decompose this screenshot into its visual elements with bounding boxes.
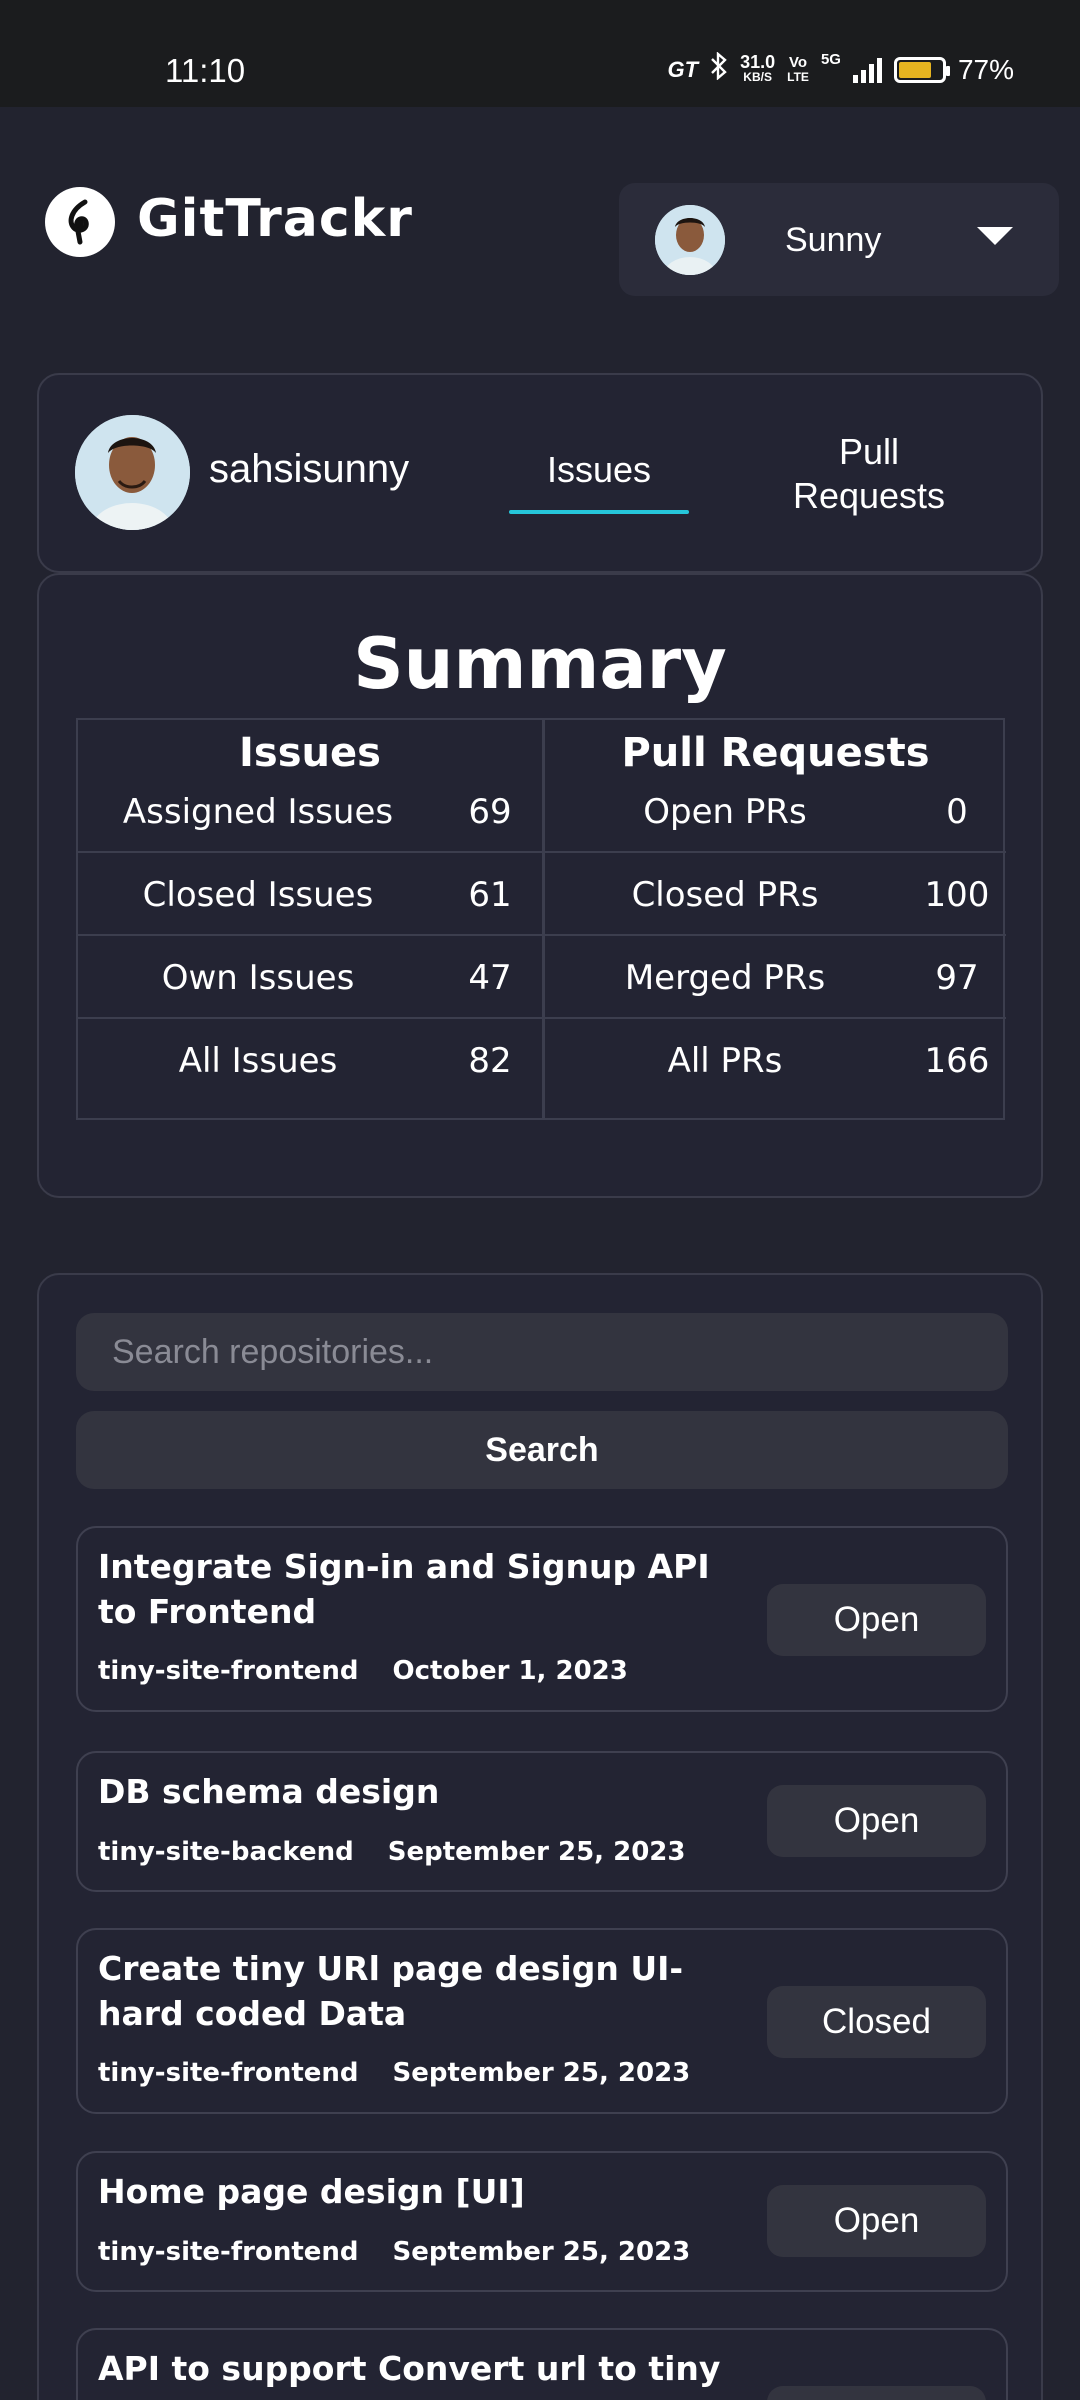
summary-issues-column: Issues Assigned Issues 69 Closed Issues … [78, 720, 542, 1118]
search-button[interactable]: Search [76, 1411, 1008, 1489]
search-input[interactable] [76, 1313, 1008, 1391]
issue-item[interactable]: DB schema design tiny-site-backend Septem… [76, 1751, 1008, 1892]
network-speed-value: 31.0 [740, 51, 776, 72]
issue-item[interactable]: Home page design [UI] tiny-site-frontend… [76, 2151, 1008, 2292]
summary-value: 61 [468, 875, 512, 915]
bluetooth-icon [710, 51, 728, 87]
issue-meta: tiny-site-frontend October 1, 2023 [98, 1656, 628, 1686]
issue-item[interactable]: Create tiny URl page design UI- hard cod… [76, 1928, 1008, 2114]
issue-status-badge: Closed [767, 1986, 986, 2058]
summary-label: Merged PRs [624, 958, 826, 998]
summary-prs-column: Pull Requests Open PRs 0 Closed PRs 100 … [542, 720, 1006, 1118]
issue-meta: tiny-site-frontend September 25, 2023 [98, 2058, 690, 2088]
summary-value: 100 [924, 875, 990, 915]
summary-value: 47 [468, 958, 512, 998]
tab-issues[interactable]: Issues [509, 449, 689, 491]
issue-repo: tiny-site-frontend [98, 2058, 359, 2088]
profile-avatar [75, 415, 190, 530]
summary-value: 82 [468, 1041, 512, 1081]
volte-bottom: LTE [787, 69, 809, 84]
summary-value: 166 [924, 1041, 990, 1081]
chevron-down-icon [977, 227, 1013, 245]
issue-title[interactable]: API to support Convert url to tiny [98, 2346, 738, 2391]
status-icons: GT 31.0 KB/S Vo LTE 5G 77% [667, 51, 1014, 87]
tab-pull-requests[interactable]: Pull Requests [769, 430, 969, 518]
issue-date: September 25, 2023 [387, 1837, 686, 1867]
volte-top: Vo [789, 53, 808, 71]
app-title: GitTrackr [137, 189, 413, 249]
issue-date: October 1, 2023 [392, 1656, 628, 1686]
issue-status-badge: Open [767, 2185, 986, 2257]
summary-row: All Issues 82 [78, 1019, 542, 1102]
summary-row: Closed PRs 100 [545, 853, 1006, 936]
issue-item[interactable]: API to support Convert url to tiny [76, 2328, 1008, 2400]
network-speed: 31.0 KB/S [740, 51, 776, 85]
summary-row: Merged PRs 97 [545, 936, 1006, 1019]
issue-repo: tiny-site-backend [98, 1837, 354, 1867]
network-speed-unit: KB/S [743, 69, 772, 84]
user-menu-dropdown[interactable]: Sunny [619, 183, 1059, 296]
summary-label: Closed PRs [631, 875, 819, 915]
summary-label: Assigned Issues [122, 792, 394, 832]
issue-title[interactable]: Create tiny URl page design UI- hard cod… [98, 1946, 738, 2036]
battery-icon [893, 56, 950, 83]
volte-icon: Vo LTE [787, 55, 809, 85]
issue-title[interactable]: DB schema design [98, 1769, 738, 1814]
summary-row: Closed Issues 61 [78, 853, 542, 936]
status-time: 11:10 [165, 52, 246, 89]
summary-row: All PRs 166 [545, 1019, 1006, 1102]
summary-label: All PRs [667, 1041, 783, 1081]
issue-item[interactable]: Integrate Sign-in and Signup API to Fron… [76, 1526, 1008, 1712]
issue-date: September 25, 2023 [392, 2237, 691, 2267]
summary-value: 0 [946, 792, 968, 832]
summary-row: Assigned Issues 69 [78, 770, 542, 853]
summary-label: Open PRs [643, 792, 807, 832]
summary-row: Own Issues 47 [78, 936, 542, 1019]
gt-icon: GT [667, 56, 699, 82]
issue-meta: tiny-site-backend September 25, 2023 [98, 1837, 685, 1867]
summary-table: Issues Assigned Issues 69 Closed Issues … [76, 718, 1006, 1120]
issue-date: September 25, 2023 [392, 2058, 691, 2088]
issue-repo: tiny-site-frontend [98, 2237, 359, 2267]
issue-status-badge [767, 2386, 986, 2400]
issue-meta: tiny-site-frontend September 25, 2023 [98, 2237, 690, 2267]
user-name: Sunny [785, 221, 882, 259]
summary-card: Summary Issues Assigned Issues 69 Closed… [37, 573, 1043, 1198]
summary-title: Summary [353, 623, 727, 705]
issue-status-badge: Open [767, 1584, 986, 1656]
issue-repo: tiny-site-frontend [98, 1656, 359, 1686]
app-header: GitTrackr Sunny [0, 107, 1080, 337]
status-bar: 11:10 GT 31.0 KB/S Vo LTE 5G 77% [0, 0, 1080, 107]
profile-card: sahsisunny Issues Pull Requests [37, 373, 1043, 573]
profile-login: sahsisunny [209, 447, 410, 491]
summary-value: 97 [935, 958, 979, 998]
user-avatar [655, 205, 725, 275]
issue-title[interactable]: Integrate Sign-in and Signup API to Fron… [98, 1544, 738, 1634]
issue-status-badge: Open [767, 1785, 986, 1857]
summary-row: Open PRs 0 [545, 770, 1006, 853]
signal-icon [852, 57, 882, 83]
app-logo-icon [45, 187, 115, 257]
issue-title[interactable]: Home page design [UI] [98, 2169, 738, 2214]
summary-label: All Issues [178, 1041, 338, 1081]
issues-list-card: Search Integrate Sign-in and Signup API … [37, 1273, 1043, 2400]
active-tab-indicator [509, 510, 689, 514]
network-type: 5G [820, 51, 841, 68]
summary-value: 69 [468, 792, 512, 832]
battery-percent: 77% [957, 53, 1014, 85]
summary-label: Own Issues [161, 958, 355, 998]
summary-label: Closed Issues [142, 875, 374, 915]
